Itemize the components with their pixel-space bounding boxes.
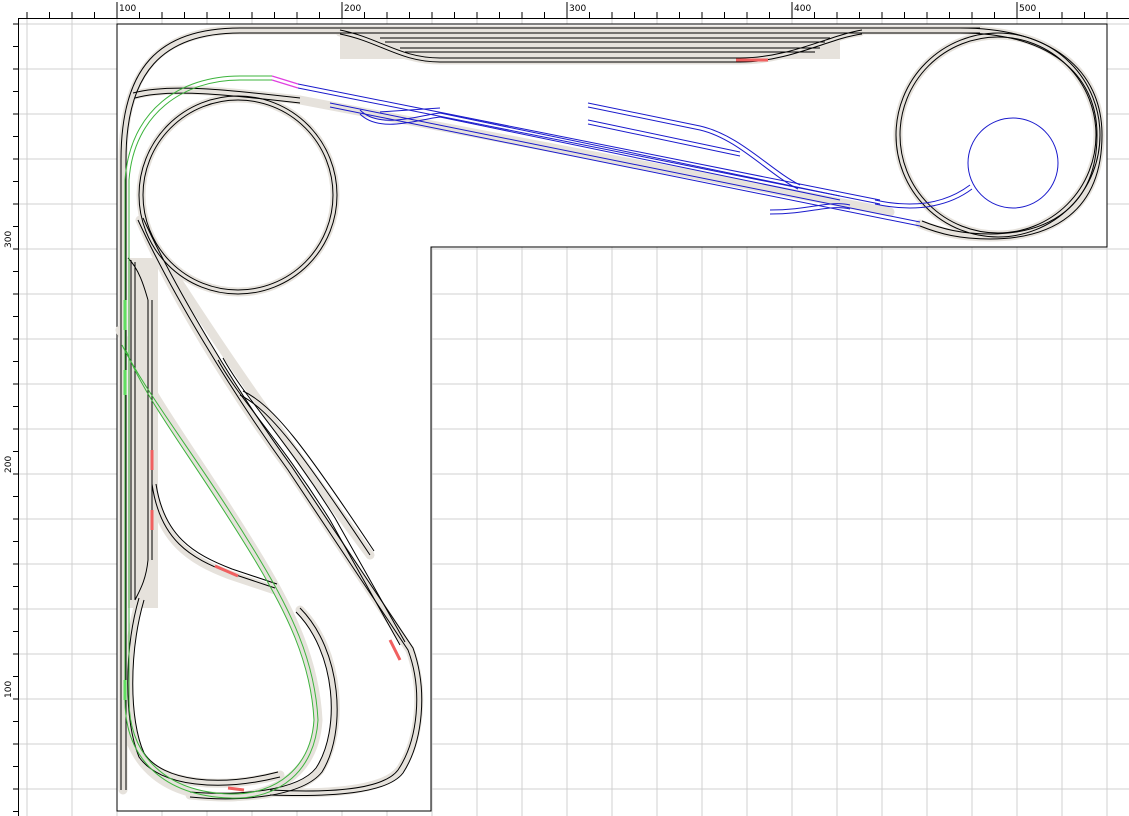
horizontal-ruler-svg: 100 200 300 400 500 xyxy=(26,2,1108,18)
ruler-label-200v: 200 xyxy=(4,456,14,473)
ruler-label-500: 500 xyxy=(1019,4,1036,14)
ruler-label-200: 200 xyxy=(344,4,361,14)
ruler-label-300: 300 xyxy=(569,4,586,14)
ruler-label-100: 100 xyxy=(119,4,136,14)
ruler-label-300v: 300 xyxy=(4,231,14,248)
vertical-ruler: 300 200 100 xyxy=(0,18,19,816)
ruler-label-400: 400 xyxy=(794,4,811,14)
vertical-ruler-svg: 300 200 100 xyxy=(4,23,18,812)
ruler-label-100v: 100 xyxy=(4,681,14,698)
red-segment-bottom[interactable] xyxy=(227,786,245,792)
horizontal-ruler: 100 200 300 400 500 xyxy=(0,0,1129,19)
track-plan-canvas[interactable] xyxy=(19,19,1129,816)
track-plan-svg xyxy=(19,19,1129,816)
